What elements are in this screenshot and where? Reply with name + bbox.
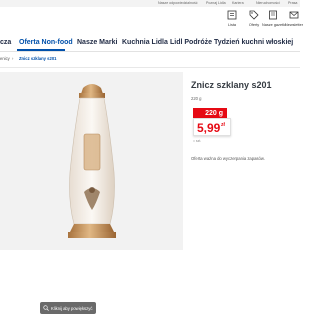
top-link[interactable]: Nieruchomości [256,1,280,5]
price-box: 5,99 zł [193,118,231,136]
nav-item-oferta-non-food[interactable]: Oferta Non-food [19,39,73,46]
breadcrumb-current: Znicz szklany s201 [19,56,57,61]
header-icon-label: Lista [227,23,237,27]
top-link[interactable]: Kariera [232,1,244,5]
divider [0,51,300,52]
nav-item-tydzien-kuchni-wloskiej[interactable]: Tydzień kuchni włoskiej [214,39,293,46]
nav-item[interactable]: cza [0,39,11,46]
product-title: Znicz szklany s201 [191,80,272,90]
zoom-icon [43,305,49,311]
breadcrumb-item[interactable]: enicy [0,56,10,61]
top-link[interactable]: Poznaj Lidla [206,1,226,5]
grave-candle-image [68,84,116,238]
price-currency: zł [221,122,225,128]
breadcrumb-separator: › [12,56,14,61]
offer-note: Oferta ważna do wyczerpania zapasów. [191,156,265,161]
list-icon [227,10,237,20]
header-lista-button[interactable]: Lista [221,9,243,33]
divider [0,67,300,68]
mail-icon [289,10,299,20]
product-weight: 220 g [191,96,202,101]
tag-icon [249,10,259,20]
nav-item-lidl-podroze[interactable]: Lidl Podróże [170,39,212,46]
zoom-hint-label: Kliknij aby powiększyć [51,305,93,311]
top-links: Nasze odpowiedzialność Poznaj Lidla Kari… [0,1,300,7]
header-newsletter-button[interactable]: Newsletter [283,9,305,33]
header-icon-label: Newsletter [285,23,303,27]
header-icons: Lista Oferty Nasze gazetki Newsletter [0,9,303,33]
header-gazetki-button[interactable]: Nasze gazetki [262,9,286,33]
top-link[interactable]: Prasa [288,1,297,5]
zoom-hint[interactable]: Kliknij aby powiększyć [40,302,96,314]
nav-item-nasze-marki[interactable]: Nasze Marki [77,39,117,46]
unit-note: = szt. [193,139,202,143]
newspaper-icon [268,10,278,20]
header-icon-label: Nasze gazetki [262,23,286,27]
top-link[interactable]: Nasze odpowiedzialność [158,1,198,5]
main-navigation: cza Oferta Non-food Nasze Marki Kuchnia … [0,37,300,49]
nav-item-kuchnia-lidla[interactable]: Kuchnia Lidla [122,39,168,46]
product-image-area[interactable]: Kliknij aby powiększyć [0,72,183,314]
price-value: 5,99 [197,121,221,135]
